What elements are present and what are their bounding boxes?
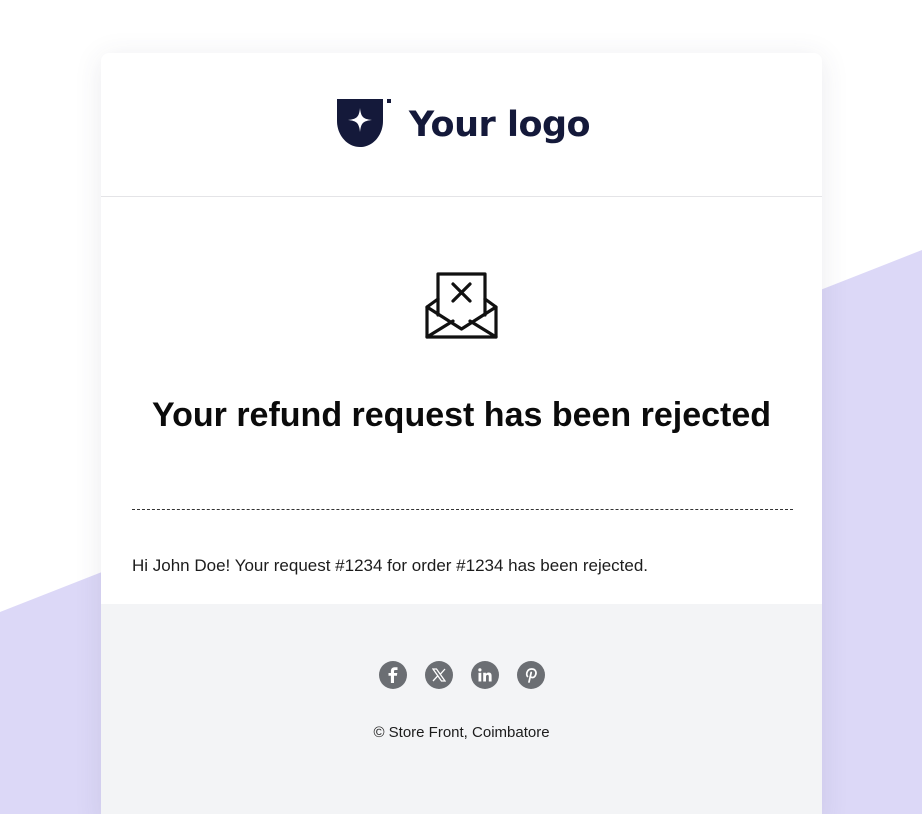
email-header: Your logo [101, 53, 822, 197]
email-footer: © Store Front, Coimbatore [101, 604, 822, 814]
page-title: Your refund request has been rejected [151, 396, 772, 434]
linkedin-icon[interactable] [470, 661, 499, 689]
logo[interactable]: Your logo [336, 98, 591, 151]
logo-text: Your logo [408, 104, 591, 145]
dashed-divider [132, 509, 793, 510]
rejection-message: Hi John Doe! Your request #1234 for orde… [132, 556, 649, 575]
envelope-x-icon [425, 272, 498, 339]
email-card: Your logo Your refund request has been r… [101, 53, 822, 814]
copyright-text: © Store Front, Coimbatore [373, 724, 550, 741]
x-icon[interactable] [424, 661, 453, 689]
email-body: Your refund request has been rejected Hi… [101, 197, 822, 604]
facebook-icon[interactable] [378, 661, 407, 689]
logo-mark-icon [336, 98, 391, 147]
pinterest-icon[interactable] [516, 661, 545, 689]
social-links [101, 661, 822, 689]
